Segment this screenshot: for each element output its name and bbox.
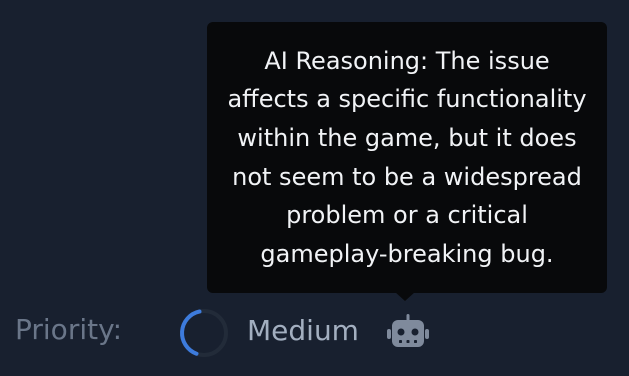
priority-label: Priority:	[15, 313, 123, 346]
tooltip-arrow	[395, 292, 415, 301]
priority-value: Medium	[247, 314, 359, 347]
ai-reasoning-tooltip: AI Reasoning: The issue affects a specif…	[207, 22, 607, 293]
robot-icon[interactable]	[387, 313, 429, 351]
loading-spinner-icon	[180, 309, 228, 357]
tooltip-line: gameplay-breaking bug.	[260, 239, 554, 268]
tooltip-line: affects a specific functionality	[227, 85, 587, 114]
tooltip-line: problem or a critical	[286, 201, 528, 230]
tooltip-line: AI Reasoning: The issue	[264, 46, 550, 75]
tooltip-line: within the game, but it does	[237, 123, 577, 152]
tooltip-line: not seem to be a widespread	[232, 162, 582, 191]
ai-reasoning-text: AI Reasoning: The issue affects a specif…	[227, 42, 586, 274]
